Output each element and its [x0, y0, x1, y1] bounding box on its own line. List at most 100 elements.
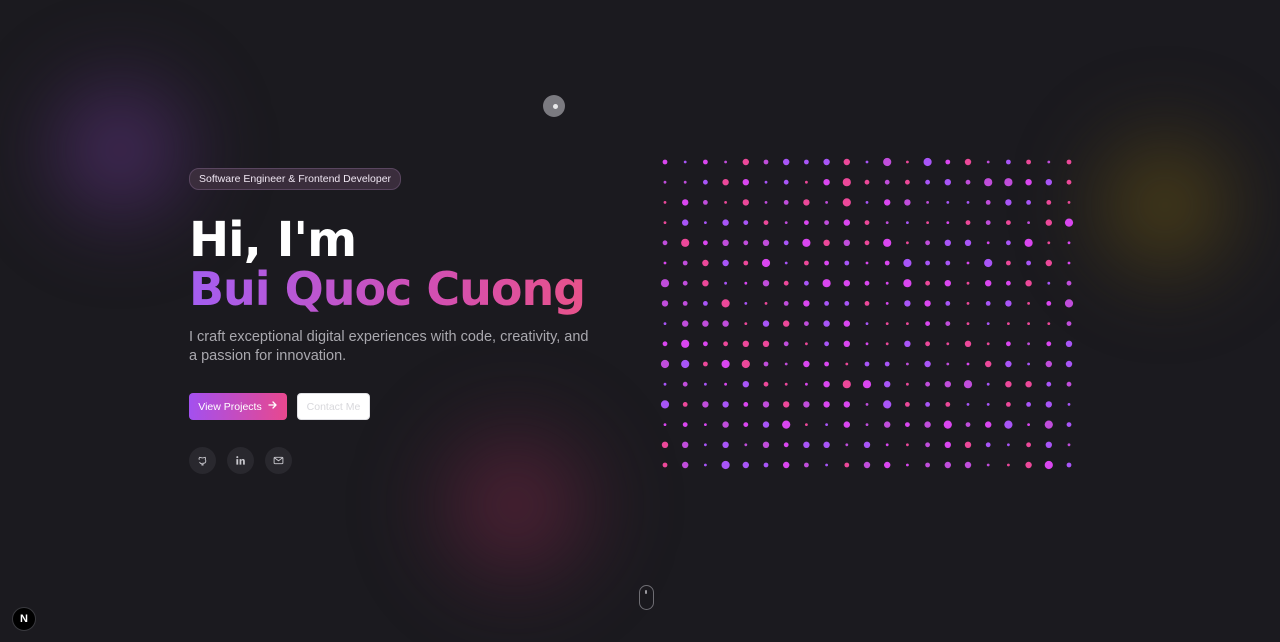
- grid-dot: [660, 400, 670, 409]
- grid-dot: [825, 201, 828, 204]
- greeting-heading: Hi, I'm: [189, 212, 357, 268]
- grid-dot: [824, 341, 829, 347]
- grid-dot: [764, 180, 768, 184]
- grid-dot: [1066, 159, 1072, 165]
- grid-dot: [702, 259, 709, 267]
- grid-dot: [702, 280, 709, 287]
- grid-dot: [906, 382, 909, 386]
- github-icon: [197, 451, 208, 470]
- grid-dot: [682, 301, 688, 306]
- grid-dot: [905, 179, 910, 185]
- grid-dot: [702, 320, 709, 327]
- grid-dot: [944, 461, 951, 469]
- grid-dot: [663, 382, 667, 386]
- grid-dot: [1026, 260, 1031, 266]
- contact-me-button[interactable]: Contact Me: [297, 393, 370, 420]
- grid-dot: [903, 258, 912, 268]
- grid-dot: [762, 441, 770, 448]
- grid-dot: [783, 301, 789, 306]
- grid-dot: [741, 359, 750, 369]
- grid-dot: [1006, 402, 1011, 407]
- grid-dot: [926, 201, 929, 204]
- grid-dot: [683, 180, 687, 184]
- grid-dot: [1027, 302, 1030, 305]
- grid-dot: [823, 320, 830, 327]
- grid-dot: [904, 340, 911, 347]
- email-link[interactable]: [265, 447, 292, 474]
- grid-dot: [803, 199, 810, 206]
- grid-dot: [783, 280, 789, 286]
- linkedin-icon: [235, 451, 246, 470]
- grid-dot: [963, 380, 973, 389]
- grid-dot: [906, 362, 909, 366]
- view-projects-button[interactable]: View Projects: [189, 393, 287, 420]
- grid-dot: [1046, 301, 1052, 306]
- grid-dot: [783, 461, 790, 469]
- grid-dot: [805, 423, 808, 426]
- grid-dot: [1067, 241, 1071, 245]
- grid-dot: [722, 259, 729, 267]
- grid-dot: [884, 260, 890, 266]
- grid-dot: [1067, 443, 1071, 447]
- grid-dot: [662, 159, 668, 165]
- yellow-glow: [1060, 90, 1270, 320]
- grid-dot: [663, 221, 667, 224]
- grid-dot: [964, 239, 972, 246]
- grid-dot: [1047, 160, 1051, 164]
- grid-dot: [763, 220, 769, 225]
- grid-dot: [743, 240, 749, 246]
- grid-dot: [986, 403, 990, 406]
- scroll-wheel: [645, 590, 647, 594]
- grid-dot: [681, 339, 690, 348]
- grid-dot: [722, 401, 729, 408]
- grid-dot: [1047, 322, 1051, 325]
- grid-dot: [763, 462, 769, 468]
- grid-dot: [824, 301, 829, 306]
- grid-dot: [966, 403, 970, 406]
- grid-dot: [1044, 460, 1053, 470]
- grid-dot: [864, 240, 870, 246]
- grid-dot: [1004, 178, 1013, 187]
- grid-dot: [682, 402, 688, 407]
- grid-dot: [945, 301, 951, 306]
- grid-dot: [863, 461, 871, 469]
- grid-dot: [703, 341, 708, 347]
- dev-tools-badge[interactable]: N: [12, 607, 36, 631]
- grid-dot: [1045, 441, 1052, 448]
- grid-dot: [883, 157, 892, 167]
- grid-dot: [805, 342, 808, 346]
- grid-dot: [945, 321, 951, 326]
- grid-dot: [884, 361, 890, 367]
- grid-dot: [722, 421, 729, 428]
- arrow-right-icon: [268, 400, 278, 413]
- grid-dot: [865, 342, 869, 346]
- github-link[interactable]: [189, 447, 216, 474]
- grid-dot: [906, 221, 909, 224]
- pink-glow: [395, 385, 635, 625]
- grid-dot: [1046, 200, 1052, 205]
- grid-dot: [923, 157, 932, 167]
- grid-dot: [763, 159, 769, 165]
- grid-dot: [966, 261, 970, 265]
- grid-dot: [822, 279, 831, 288]
- grid-dot: [1045, 259, 1052, 267]
- grid-dot: [925, 402, 930, 407]
- grid-dot: [984, 258, 993, 268]
- grid-dot: [661, 300, 669, 307]
- grid-dot: [1007, 322, 1010, 325]
- grid-dot: [1027, 423, 1030, 426]
- grid-dot: [964, 461, 972, 469]
- grid-dot: [944, 179, 951, 186]
- grid-dot: [885, 322, 889, 325]
- grid-dot: [966, 362, 970, 366]
- linkedin-link[interactable]: [227, 447, 254, 474]
- grid-dot: [986, 160, 990, 164]
- grid-dot: [966, 281, 970, 285]
- grid-dot: [762, 401, 770, 408]
- scroll-indicator-icon: [639, 585, 654, 610]
- grid-dot: [1025, 280, 1032, 287]
- grid-dot: [783, 158, 790, 166]
- grid-dot: [905, 422, 910, 427]
- grid-dot: [906, 160, 909, 164]
- grid-dot: [864, 220, 870, 225]
